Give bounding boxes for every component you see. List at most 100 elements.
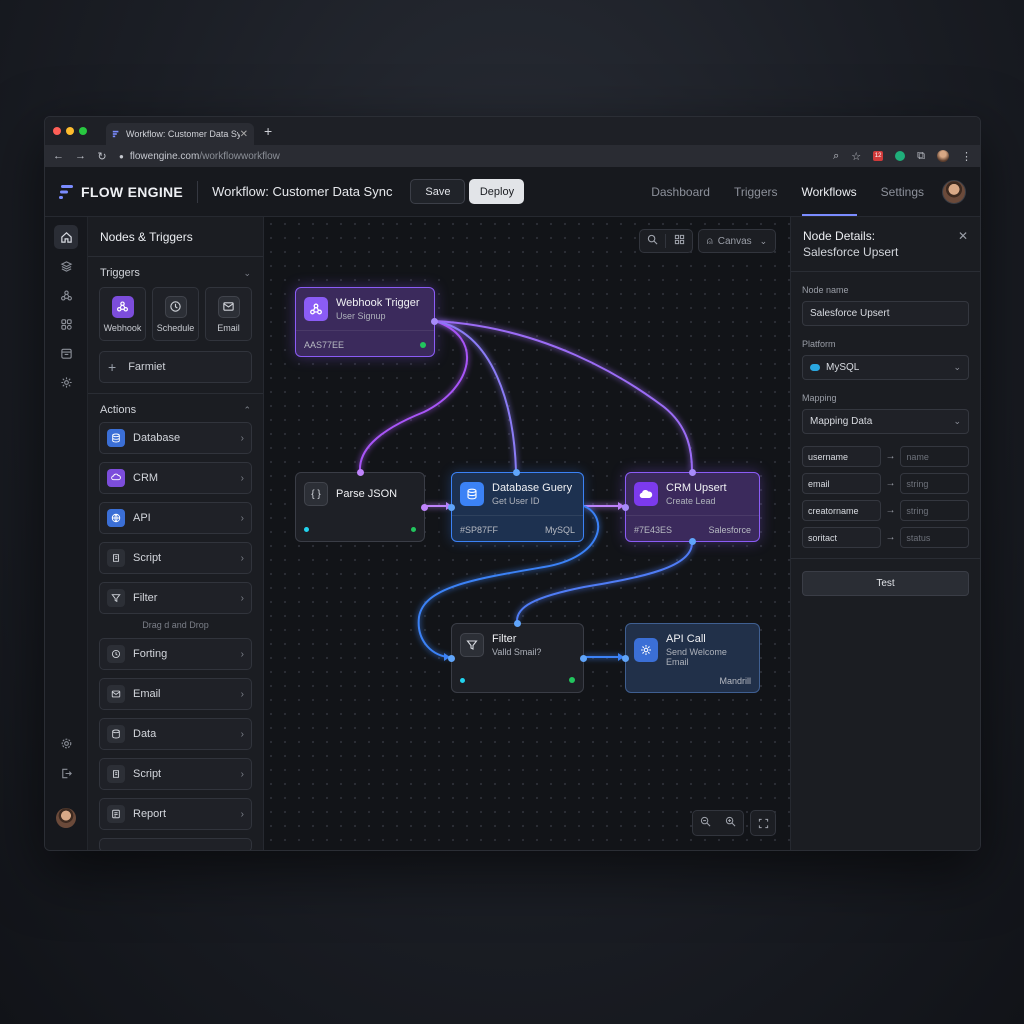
workspace: Nodes & Triggers Triggers ⌄ Webhook Sche… [45, 217, 980, 850]
add-trigger-button[interactable]: + Farmiet [99, 351, 252, 383]
chevron-right-icon: › [240, 648, 244, 660]
node-parse-json[interactable]: { } Parse JSON [295, 469, 428, 542]
deploy-button[interactable]: Deploy [469, 179, 525, 204]
integrations-icon[interactable] [54, 312, 78, 336]
action-crm[interactable]: CRM › [99, 462, 252, 494]
chevron-up-icon[interactable]: ⌃ [243, 405, 251, 416]
zoom-out-icon[interactable] [693, 814, 718, 832]
action-script[interactable]: Script › [99, 542, 252, 574]
action-email[interactable]: Email › [99, 678, 252, 710]
details-title: Node Details: [803, 229, 876, 243]
user-avatar[interactable] [942, 179, 966, 204]
input-port[interactable] [514, 620, 521, 627]
node-webhook-trigger[interactable]: Webhook Trigger User Signup AAS77EE [295, 287, 438, 357]
fit-screen-icon[interactable] [750, 810, 776, 836]
brand-logo[interactable]: FLOW ENGINE [59, 184, 183, 200]
braces-icon: { } [304, 482, 328, 506]
output-port[interactable] [421, 504, 428, 511]
nav-triggers[interactable]: Triggers [734, 167, 778, 216]
mapping-target-field[interactable]: status [900, 527, 969, 548]
input-port[interactable] [622, 655, 629, 662]
settings-gear-icon[interactable] [54, 370, 78, 394]
action-forting[interactable]: Forting › [99, 638, 252, 670]
input-port[interactable] [622, 504, 629, 511]
mapping-source-field[interactable]: soritact [802, 527, 881, 548]
extensions-puzzle-icon[interactable]: ⧉ [917, 150, 925, 163]
close-icon[interactable]: ✕ [958, 229, 968, 243]
mapping-source-field[interactable]: username [802, 446, 881, 467]
trigger-webhook[interactable]: Webhook [99, 287, 146, 341]
forward-icon[interactable]: → [75, 150, 86, 162]
input-port[interactable] [448, 655, 455, 662]
action-report[interactable]: Report › [99, 798, 252, 830]
back-icon[interactable]: ← [53, 150, 64, 162]
trigger-schedule[interactable]: Schedule [152, 287, 199, 341]
output-port[interactable] [431, 318, 438, 325]
node-filter[interactable]: Filter Valld Smail? [448, 620, 587, 693]
zoom-in-icon[interactable] [718, 814, 743, 832]
mapping-target-field[interactable]: name [900, 446, 969, 467]
chevron-right-icon: › [240, 552, 244, 564]
node-name-input[interactable]: Salesforce Upsert [802, 301, 969, 326]
tab-close-icon[interactable]: ✕ [240, 129, 248, 140]
minimize-window-button[interactable] [66, 127, 74, 135]
nav-workflows[interactable]: Workflows [801, 167, 857, 216]
zoom-icon[interactable]: ⌕ [833, 150, 839, 163]
platform-select[interactable]: MySQL ⌄ [802, 355, 969, 380]
calendar-icon[interactable] [54, 341, 78, 365]
action-data[interactable]: Data › [99, 718, 252, 750]
input-port[interactable] [689, 469, 696, 476]
action-label: CRM [133, 472, 159, 484]
input-port[interactable] [448, 504, 455, 511]
platform-label: Platform [802, 339, 836, 349]
preferences-gear-icon[interactable] [54, 731, 78, 755]
output-port[interactable] [580, 655, 587, 662]
output-port[interactable] [689, 538, 696, 545]
platform-value: MySQL [826, 362, 860, 373]
triggers-section-header[interactable]: Triggers ⌄ [88, 257, 263, 285]
status-dot [460, 677, 465, 683]
url-field[interactable]: ● flowengine.com/workflowworkflow [119, 151, 821, 162]
input-port[interactable] [357, 469, 364, 476]
actions-section-header[interactable]: Actions ⌃ [88, 394, 263, 422]
extension-green-icon[interactable] [895, 151, 906, 161]
home-icon[interactable] [54, 225, 78, 249]
nav-dashboard[interactable]: Dashboard [651, 167, 710, 216]
mapping-target-field[interactable]: string [900, 473, 969, 494]
mapping-select[interactable]: Mapping Data ⌄ [802, 409, 969, 434]
chevron-down-icon[interactable]: ⌄ [243, 268, 251, 279]
action-partial-row[interactable] [99, 838, 252, 850]
gear-api-icon [634, 638, 658, 662]
test-button[interactable]: Test [802, 571, 969, 596]
workflow-canvas[interactable]: ⍝ Canvas ⌄ Webhook Trigger User Signup A… [264, 217, 790, 850]
nav-settings[interactable]: Settings [881, 167, 924, 216]
mail-icon [217, 295, 240, 318]
mapping-source-field[interactable]: email [802, 473, 881, 494]
bookmark-star-icon[interactable]: ☆ [851, 150, 861, 163]
layers-icon[interactable] [54, 254, 78, 278]
close-window-button[interactable] [53, 127, 61, 135]
browser-tab[interactable]: Workflow: Customer Data Sync ✕ [106, 123, 254, 145]
mapping-target-field[interactable]: string [900, 500, 969, 521]
action-script-2[interactable]: Script › [99, 758, 252, 790]
node-database-query[interactable]: Database Guery Get User ID #SP87FF MySQL [448, 469, 584, 542]
node-api-call[interactable]: API Call Send Welcome Email Mandrill [622, 623, 760, 693]
rail-user-avatar[interactable] [56, 808, 76, 828]
action-database[interactable]: Database › [99, 422, 252, 454]
trigger-email[interactable]: Email [205, 287, 252, 341]
input-port[interactable] [513, 469, 520, 476]
save-button[interactable]: Save [410, 179, 466, 204]
new-tab-button[interactable]: + [264, 123, 272, 139]
logout-icon[interactable] [54, 761, 78, 785]
extension-badge-icon[interactable]: 12 [873, 151, 884, 161]
url-path: /workflowworkflow [199, 150, 280, 162]
browser-menu-icon[interactable]: ⋮ [961, 150, 972, 163]
reload-icon[interactable]: ↻ [97, 150, 107, 163]
action-api[interactable]: API › [99, 502, 252, 534]
node-crm-upsert[interactable]: CRM Upsert Create Lead #7E43ES Salesforc… [622, 469, 760, 545]
profile-avatar[interactable] [937, 150, 949, 162]
mapping-source-field[interactable]: creatorname [802, 500, 881, 521]
webhook-nodes-icon[interactable] [54, 283, 78, 307]
maximize-window-button[interactable] [79, 127, 87, 135]
action-filter[interactable]: Filter › [99, 582, 252, 614]
